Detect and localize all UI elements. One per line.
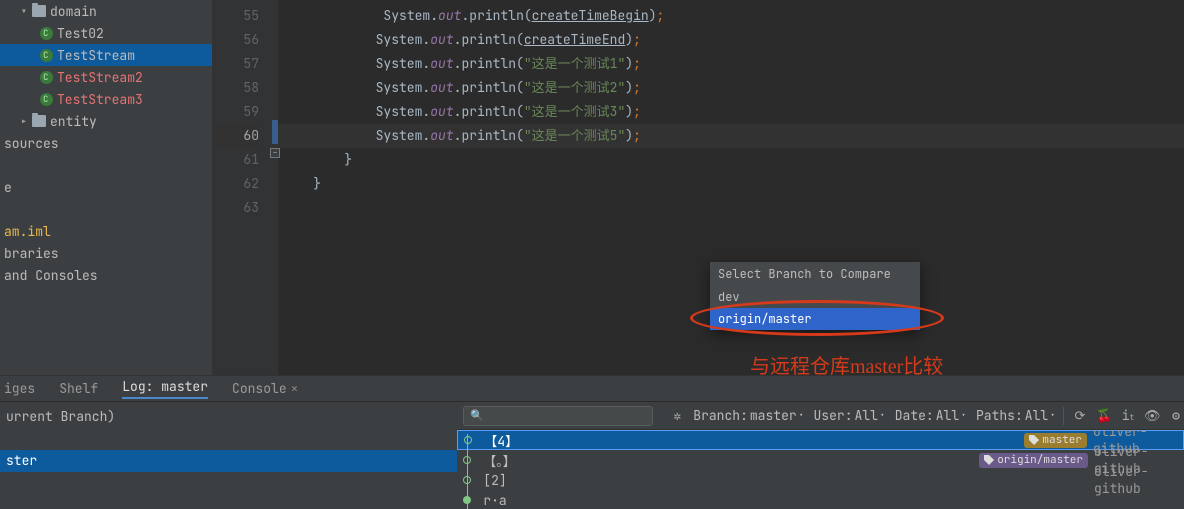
vcs-commit-list[interactable]: 【4】masteroliver-github【。】origin/masterol… bbox=[457, 430, 1184, 509]
line-number: 62 bbox=[212, 172, 259, 196]
search-icon: 🔍 bbox=[470, 409, 484, 423]
popup-item[interactable]: origin/master bbox=[710, 308, 920, 330]
code-line[interactable]: System.out.println("这是一个测试3"); bbox=[278, 100, 1184, 124]
tree-item-label: entity bbox=[50, 113, 97, 130]
code-line[interactable]: System.out.println(createTimeBegin); bbox=[278, 4, 1184, 28]
vcs-log-panel: urrent Branch) ster 🔍 ✲ Branch: master ▾ U… bbox=[0, 401, 1184, 509]
tree-item[interactable]: ▸entity bbox=[0, 110, 212, 132]
folder-icon bbox=[32, 115, 46, 127]
folder-icon bbox=[32, 5, 46, 17]
branch-row[interactable]: urrent Branch) bbox=[0, 406, 457, 428]
tree-item-label: am.iml bbox=[4, 223, 51, 240]
tree-item-label: TestStream bbox=[57, 47, 135, 64]
line-number: 58 bbox=[212, 76, 259, 100]
log-search-input[interactable]: 🔍 bbox=[463, 406, 653, 426]
commit-message: r·a bbox=[483, 492, 1094, 509]
tree-item-label: TestStream2 bbox=[57, 69, 143, 86]
class-icon bbox=[40, 93, 53, 106]
commit-author: oliver-github bbox=[1094, 463, 1184, 497]
tree-item[interactable]: Test02 bbox=[0, 22, 212, 44]
vcs-branch-panel[interactable]: urrent Branch) ster bbox=[0, 402, 457, 509]
compare-branch-popup[interactable]: Select Branch to Compare devorigin/maste… bbox=[710, 262, 920, 330]
branch-tag[interactable]: master bbox=[1024, 433, 1087, 448]
vcs-tabs[interactable]: iges Shelf Log: master Console× bbox=[0, 375, 1184, 401]
line-number: 60 bbox=[212, 124, 259, 148]
log-filter[interactable]: Paths: All ▾ bbox=[976, 407, 1055, 424]
preview-icon[interactable]: 👁 bbox=[1144, 407, 1160, 424]
class-icon bbox=[40, 49, 53, 62]
tree-item[interactable]: TestStream3 bbox=[0, 88, 212, 110]
tree-item[interactable] bbox=[0, 198, 212, 220]
log-filter[interactable]: User: All ▾ bbox=[814, 407, 885, 424]
refresh-icon[interactable]: ⟳ bbox=[1072, 407, 1088, 424]
intellisort-icon[interactable]: it bbox=[1120, 407, 1136, 424]
line-number: 59 bbox=[212, 100, 259, 124]
close-icon[interactable]: × bbox=[291, 380, 299, 397]
cherry-pick-icon[interactable]: 🍒 bbox=[1096, 407, 1112, 424]
vcs-tab[interactable]: iges bbox=[4, 380, 35, 397]
code-line[interactable]: System.out.println(createTimeEnd); bbox=[278, 28, 1184, 52]
commit-message: [2] bbox=[483, 472, 1094, 489]
code-line[interactable] bbox=[278, 196, 1184, 220]
line-number: 55 bbox=[212, 4, 259, 28]
line-number-gutter: 555657585960616263 bbox=[212, 0, 272, 375]
tree-item[interactable]: and Consoles bbox=[0, 264, 212, 286]
commit-message: 【。】 bbox=[483, 451, 979, 470]
commit-row[interactable]: 【。】origin/masteroliver-github bbox=[457, 450, 1184, 470]
tree-item-label: domain bbox=[50, 3, 97, 20]
popup-title: Select Branch to Compare bbox=[710, 262, 920, 286]
commit-node-icon bbox=[464, 436, 472, 444]
tree-item-label: braries bbox=[4, 245, 59, 262]
tree-item-label: sources bbox=[4, 135, 59, 152]
line-number: 57 bbox=[212, 52, 259, 76]
code-line[interactable]: } bbox=[278, 148, 1184, 172]
code-line[interactable]: System.out.println("这是一个测试2"); bbox=[278, 76, 1184, 100]
code-line[interactable]: System.out.println("这是一个测试1"); bbox=[278, 52, 1184, 76]
branch-row[interactable]: ster bbox=[0, 450, 457, 472]
tree-item[interactable]: am.iml bbox=[0, 220, 212, 242]
tree-item[interactable] bbox=[0, 154, 212, 176]
line-number: 61 bbox=[212, 148, 259, 172]
tree-item[interactable]: braries bbox=[0, 242, 212, 264]
popup-item[interactable]: dev bbox=[710, 286, 920, 308]
class-icon bbox=[40, 71, 53, 84]
log-filter[interactable]: Branch: master ▾ bbox=[693, 407, 803, 424]
branch-tag[interactable]: origin/master bbox=[979, 453, 1088, 468]
vcs-tab[interactable]: Console× bbox=[232, 380, 298, 397]
vcs-tab[interactable]: Log: master bbox=[122, 378, 208, 399]
tree-item-label: and Consoles bbox=[4, 267, 98, 284]
code-line[interactable]: } bbox=[278, 172, 1184, 196]
tree-item[interactable]: e bbox=[0, 176, 212, 198]
fold-handle-icon[interactable]: – bbox=[270, 148, 280, 158]
commit-row[interactable]: r·a bbox=[457, 490, 1184, 509]
tree-item[interactable]: sources bbox=[0, 132, 212, 154]
tree-item-label: Test02 bbox=[57, 25, 104, 42]
tree-item-label: e bbox=[4, 179, 12, 196]
line-number: 56 bbox=[212, 28, 259, 52]
code-line[interactable]: System.out.println("这是一个测试5"); bbox=[278, 124, 1184, 148]
vcs-log-toolbar[interactable]: 🔍 ✲ Branch: master ▾ User: All ▾ Date: All… bbox=[457, 402, 1184, 430]
vcs-tab[interactable]: Shelf bbox=[59, 380, 98, 397]
commit-message: 【4】 bbox=[484, 431, 1024, 450]
options-icon[interactable]: ⚙ bbox=[1168, 407, 1184, 424]
filter-settings-icon[interactable]: ✲ bbox=[669, 407, 685, 424]
tree-item[interactable]: TestStream bbox=[0, 44, 212, 66]
project-tree[interactable]: ▾domain Test02 TestStream TestStream2 TestSt… bbox=[0, 0, 212, 375]
class-icon bbox=[40, 27, 53, 40]
log-filter[interactable]: Date: All ▾ bbox=[895, 407, 966, 424]
annotation-text: 与远程仓库master比较 bbox=[750, 350, 943, 379]
tree-item[interactable]: TestStream2 bbox=[0, 66, 212, 88]
tree-item-label: TestStream3 bbox=[57, 91, 143, 108]
tree-item[interactable]: ▾domain bbox=[0, 0, 212, 22]
commit-row[interactable]: [2]oliver-github bbox=[457, 470, 1184, 490]
commit-row[interactable]: 【4】masteroliver-github bbox=[457, 430, 1184, 450]
line-number: 63 bbox=[212, 196, 259, 220]
branch-row[interactable] bbox=[0, 428, 457, 450]
